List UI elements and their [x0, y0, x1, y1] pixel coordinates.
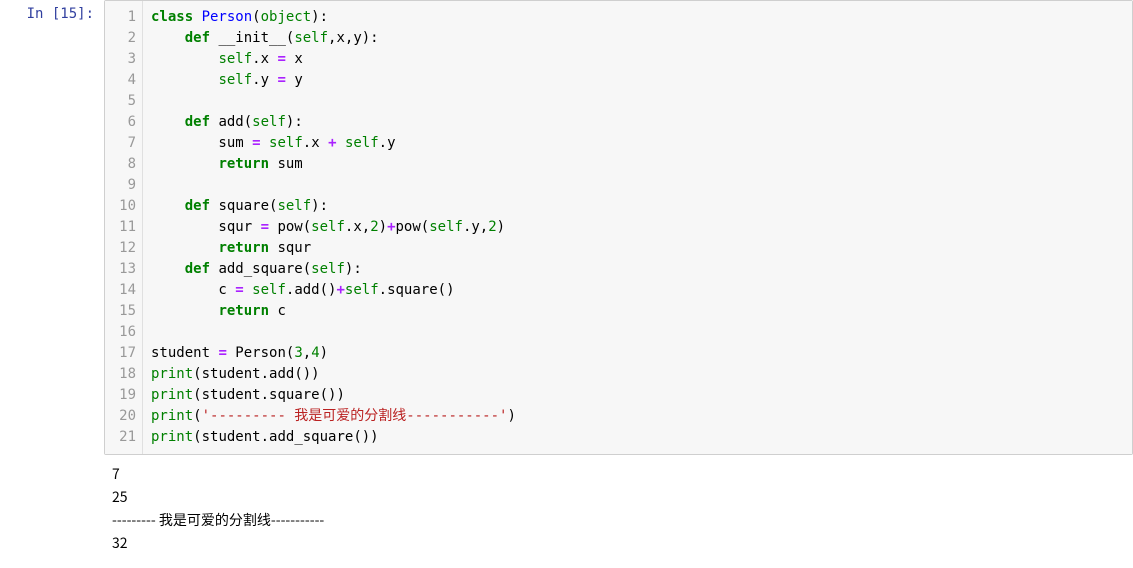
line-number: 8 — [105, 154, 136, 175]
line-number: 1 — [105, 7, 136, 28]
line-number: 20 — [105, 406, 136, 427]
output-line: 7 — [112, 464, 120, 484]
line-number-gutter: 123456789101112131415161718192021 — [105, 1, 143, 454]
line-number: 7 — [105, 133, 136, 154]
code-editor[interactable]: class Person(object): def __init__(self,… — [143, 1, 1132, 454]
output-prompt — [0, 455, 104, 555]
line-number: 13 — [105, 259, 136, 280]
output-line: --------- 我是可爱的分割线----------- — [112, 510, 324, 530]
line-number: 2 — [105, 28, 136, 49]
line-number: 16 — [105, 322, 136, 343]
line-number: 4 — [105, 70, 136, 91]
input-prompt: In [15]: — [0, 0, 104, 455]
line-number: 6 — [105, 112, 136, 133]
line-number: 5 — [105, 91, 136, 112]
input-cell: In [15]: 1234567891011121314151617181920… — [0, 0, 1133, 455]
line-number: 15 — [105, 301, 136, 322]
line-number: 14 — [105, 280, 136, 301]
code-input-area[interactable]: 123456789101112131415161718192021 class … — [104, 0, 1133, 455]
output-row: 7 25 --------- 我是可爱的分割线----------- 32 — [0, 455, 1133, 555]
output-area: 7 25 --------- 我是可爱的分割线----------- 32 — [104, 455, 1133, 555]
line-number: 3 — [105, 49, 136, 70]
line-number: 12 — [105, 238, 136, 259]
line-number: 9 — [105, 175, 136, 196]
output-line: 32 — [112, 533, 128, 553]
code-content[interactable]: class Person(object): def __init__(self,… — [151, 7, 1124, 448]
line-number: 10 — [105, 196, 136, 217]
output-line: 25 — [112, 487, 128, 507]
line-number: 19 — [105, 385, 136, 406]
line-number: 18 — [105, 364, 136, 385]
line-number: 21 — [105, 427, 136, 448]
line-number: 17 — [105, 343, 136, 364]
line-number: 11 — [105, 217, 136, 238]
